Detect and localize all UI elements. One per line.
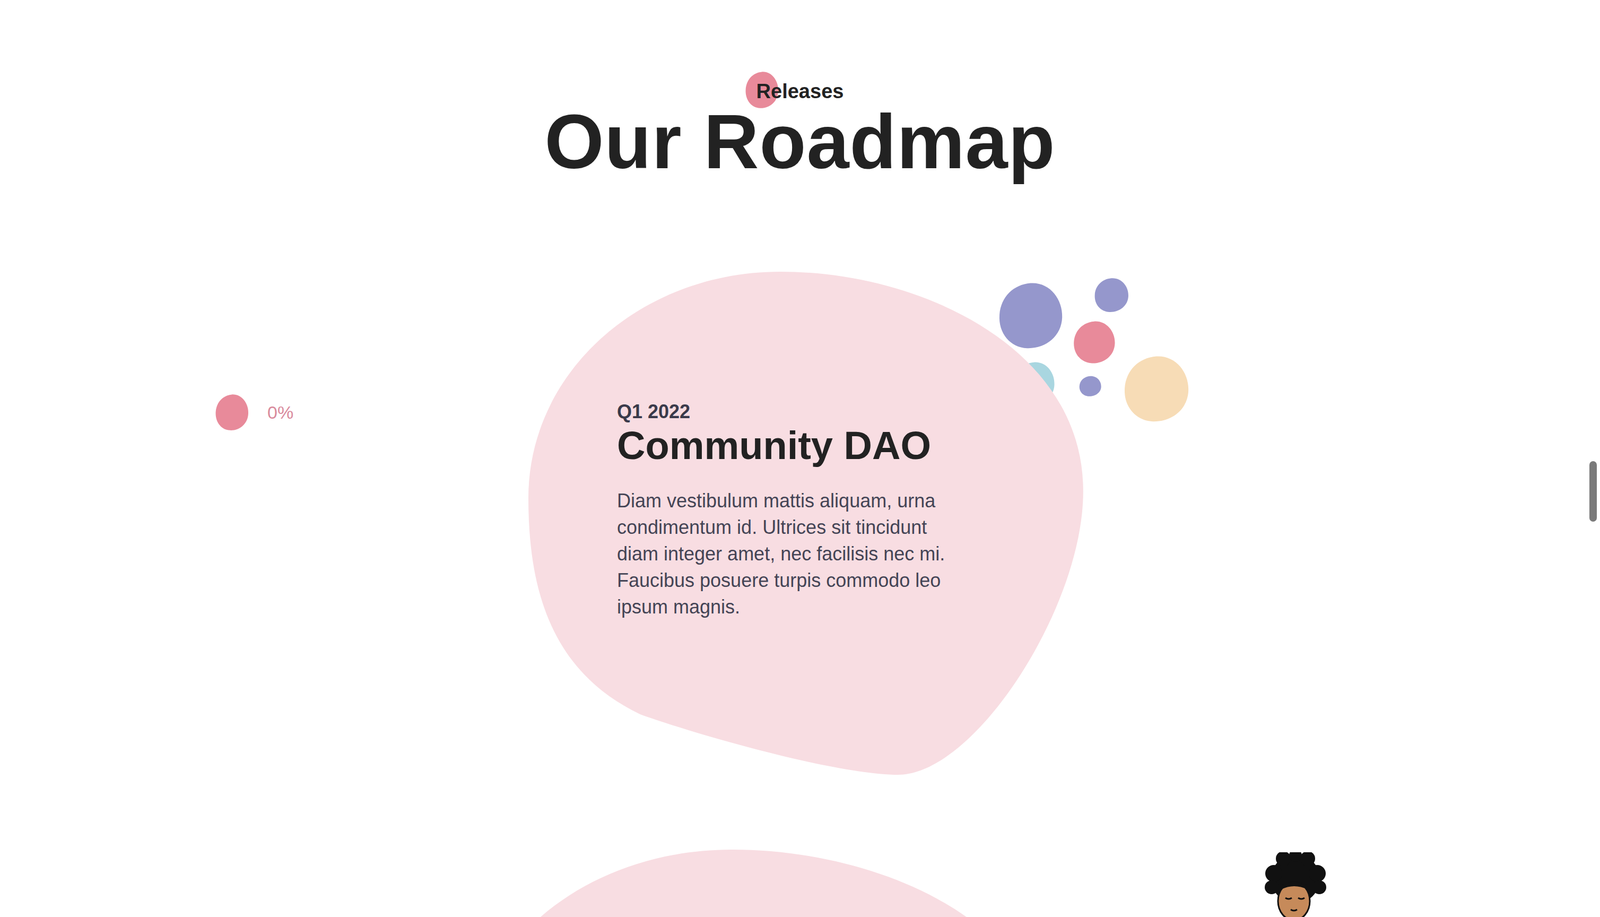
decor-blob-icon: [1078, 375, 1102, 397]
avatar-icon: [1262, 851, 1329, 917]
scrollbar-thumb[interactable]: [1589, 461, 1597, 522]
roadmap-heading: Our Roadmap: [544, 103, 1056, 181]
milestone-list: Q1 2022Community DAO Diam vestibulum matt…: [0, 271, 1600, 917]
next-milestone-card: [469, 849, 1054, 917]
decor-blob-icon: [1093, 277, 1130, 313]
milestone-card: Q1 2022Community DAO Diam vestibulum matt…: [528, 271, 1089, 775]
milestone-body: Diam vestibulum mattis aliquam, urnacond…: [616, 487, 1089, 621]
roadmap-header: ReleasesOur Roadmap: [0, 0, 1600, 181]
section-label: Releases: [756, 79, 845, 103]
decor-blob-icon: [1122, 354, 1191, 424]
roadmap-page: ReleasesOur Roadmap 0% Q1 2022Community DA…: [0, 0, 1600, 917]
milestone-quarter: Q1 2022: [616, 400, 1089, 424]
progress-blob-icon: [214, 393, 250, 432]
milestone-title: Community DAO: [616, 423, 1089, 468]
decor-blob-icon: [996, 281, 1065, 351]
decor-blob-icon: [1072, 320, 1117, 365]
progress-indicator: 0%: [214, 393, 294, 432]
